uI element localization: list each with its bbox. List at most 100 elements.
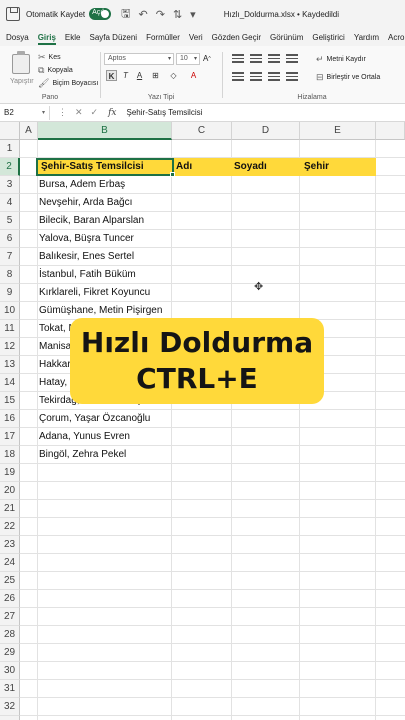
tab-9[interactable]: Yardım <box>354 33 379 42</box>
font-size-select[interactable]: 10 ▾ <box>176 53 200 65</box>
row-header-26[interactable]: 26 <box>0 590 20 608</box>
paste-icon[interactable] <box>12 51 30 74</box>
select-all-corner[interactable] <box>0 122 20 140</box>
row-header-5[interactable]: 5 <box>0 212 20 230</box>
row-header-19[interactable]: 19 <box>0 464 20 482</box>
header-cell-c[interactable]: Adı <box>174 158 192 176</box>
row-header-31[interactable]: 31 <box>0 680 20 698</box>
sort-icon[interactable]: ⇅ <box>173 8 182 21</box>
align-top-icon[interactable] <box>232 54 244 64</box>
header-cell-e[interactable]: Şehir <box>302 158 329 176</box>
align-right-icon[interactable] <box>268 72 280 82</box>
table-cell[interactable]: Bursa, Adem Erbaş <box>36 176 125 194</box>
cut-button[interactable]: ✂ Kes <box>38 52 61 63</box>
row-header-3[interactable]: 3 <box>0 176 20 194</box>
name-box[interactable]: B2 ▾ <box>0 105 50 120</box>
autosave-toggle[interactable]: Açık <box>89 8 112 20</box>
formula-input[interactable]: Şehir-Satış Temsilcisi <box>127 108 203 117</box>
table-cell[interactable]: Nevşehir, Arda Bağcı <box>36 194 132 212</box>
table-cell[interactable]: Kırklareli, Fikret Koyuncu <box>36 284 150 302</box>
row-header-9[interactable]: 9 <box>0 284 20 302</box>
row-header-27[interactable]: 27 <box>0 608 20 626</box>
borders-icon[interactable]: ⊞ <box>150 70 161 81</box>
wrap-text-button[interactable]: ↵ Metni Kaydır <box>316 54 366 65</box>
italic-button[interactable]: T <box>120 70 131 81</box>
row-header-13[interactable]: 13 <box>0 356 20 374</box>
tab-7[interactable]: Görünüm <box>270 33 303 42</box>
tab-8[interactable]: Geliştirici <box>312 33 344 42</box>
row-header-21[interactable]: 21 <box>0 500 20 518</box>
save-icon[interactable] <box>6 7 20 21</box>
row-header-14[interactable]: 14 <box>0 374 20 392</box>
row-header-4[interactable]: 4 <box>0 194 20 212</box>
row-header-2[interactable]: 2 <box>0 158 20 176</box>
indent-icon[interactable] <box>286 72 298 82</box>
row-header-30[interactable]: 30 <box>0 662 20 680</box>
tab-4[interactable]: Formüller <box>146 33 180 42</box>
confirm-icon[interactable]: ✓ <box>91 107 99 118</box>
align-middle-icon[interactable] <box>250 54 262 64</box>
table-cell[interactable]: Adana, Yunus Evren <box>36 428 130 446</box>
paste-button[interactable]: Yapıştır <box>10 78 34 85</box>
row-header-18[interactable]: 18 <box>0 446 20 464</box>
row-header-20[interactable]: 20 <box>0 482 20 500</box>
column-header-c[interactable]: C <box>172 122 232 140</box>
table-cell[interactable]: Bilecik, Baran Alparslan <box>36 212 144 230</box>
row-header-24[interactable]: 24 <box>0 554 20 572</box>
row-header-12[interactable]: 12 <box>0 338 20 356</box>
row-header-17[interactable]: 17 <box>0 428 20 446</box>
column-header-e[interactable]: E <box>300 122 376 140</box>
row-header-1[interactable]: 1 <box>0 140 20 158</box>
row-header-15[interactable]: 15 <box>0 392 20 410</box>
fill-handle[interactable] <box>170 172 175 177</box>
tab-6[interactable]: Gözden Geçir <box>212 33 261 42</box>
table-cell[interactable]: İstanbul, Fatih Büküm <box>36 266 136 284</box>
row-header-22[interactable]: 22 <box>0 518 20 536</box>
tab-2[interactable]: Ekle <box>65 33 81 42</box>
column-header-a[interactable]: A <box>20 122 38 140</box>
table-cell[interactable]: Balıkesir, Enes Sertel <box>36 248 134 266</box>
format-painter-button[interactable]: 🖌 Biçim Boyacısı <box>38 78 98 89</box>
underline-button[interactable]: A <box>134 70 145 81</box>
row-header-11[interactable]: 11 <box>0 320 20 338</box>
copy-button[interactable]: ⧉ Kopyala <box>38 65 73 76</box>
row-header-16[interactable]: 16 <box>0 410 20 428</box>
spreadsheet-grid[interactable]: A B C D E 1 2 3 4 5 6 7 8 9 10 11 12 13 14 15 16 17 18 19 20 21 22… <box>0 122 405 720</box>
undo-icon[interactable]: ↶ <box>139 8 148 21</box>
fill-color-icon[interactable]: ◇ <box>168 70 179 81</box>
column-header-d[interactable]: D <box>232 122 300 140</box>
tab-0[interactable]: Dosya <box>6 33 29 42</box>
row-header-25[interactable]: 25 <box>0 572 20 590</box>
grow-font-button[interactable]: A ^ <box>203 54 211 63</box>
orientation-icon[interactable] <box>286 54 298 64</box>
table-cell[interactable]: Bingöl, Zehra Pekel <box>36 446 126 464</box>
header-cell-d[interactable]: Soyadı <box>232 158 267 176</box>
align-center-icon[interactable] <box>250 72 262 82</box>
insert-function-icon[interactable]: fx <box>108 108 116 118</box>
font-color-icon[interactable]: A <box>188 70 199 81</box>
cancel-icon[interactable]: ✕ <box>75 107 83 118</box>
font-name-select[interactable]: Aptos ▾ <box>104 53 174 65</box>
row-header-8[interactable]: 8 <box>0 266 20 284</box>
row-header-23[interactable]: 23 <box>0 536 20 554</box>
row-header-6[interactable]: 6 <box>0 230 20 248</box>
redo-icon[interactable]: ↷ <box>156 8 165 21</box>
save-icon-2[interactable]: 🖫 <box>121 5 130 24</box>
merge-center-button[interactable]: ⊟ Birleştir ve Ortala <box>316 72 380 83</box>
align-bottom-icon[interactable] <box>268 54 280 64</box>
row-header-33[interactable]: 33 <box>0 716 20 720</box>
tab-1[interactable]: Giriş <box>37 33 57 45</box>
column-header-b[interactable]: B <box>38 122 172 140</box>
row-header-29[interactable]: 29 <box>0 644 20 662</box>
row-header-28[interactable]: 28 <box>0 626 20 644</box>
row-header-10[interactable]: 10 <box>0 302 20 320</box>
row-header-32[interactable]: 32 <box>0 698 20 716</box>
more-icon[interactable]: ▾ <box>190 8 196 21</box>
align-left-icon[interactable] <box>232 72 244 82</box>
tab-3[interactable]: Sayfa Düzeni <box>89 33 137 42</box>
table-cell[interactable]: Çorum, Yaşar Özcanoğlu <box>36 410 150 428</box>
tab-5[interactable]: Veri <box>189 33 203 42</box>
tab-10[interactable]: Acrobat <box>388 33 405 42</box>
table-cell[interactable]: Yalova, Büşra Tuncer <box>36 230 134 248</box>
bold-button[interactable]: K <box>106 70 117 81</box>
